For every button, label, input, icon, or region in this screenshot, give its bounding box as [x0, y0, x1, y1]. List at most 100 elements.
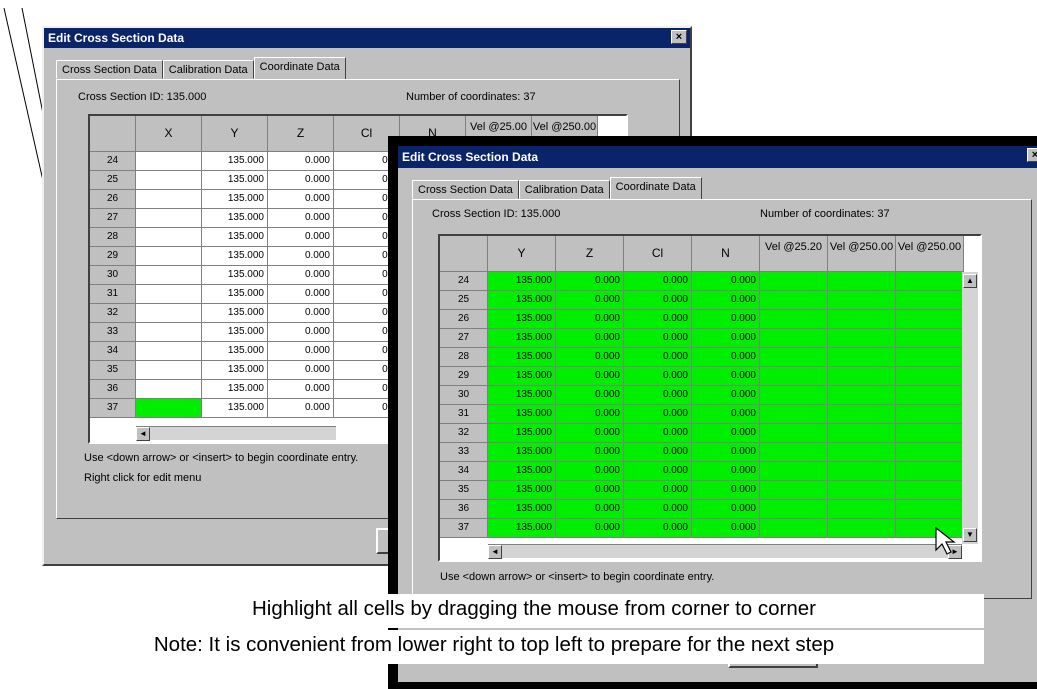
- vel-cell[interactable]: [760, 367, 828, 386]
- z-cell[interactable]: 0.000: [556, 272, 624, 291]
- front-vertical-scrollbar[interactable]: ▲ ▼: [962, 272, 978, 544]
- vel-cell[interactable]: [828, 272, 896, 291]
- y-cell[interactable]: 135.000: [488, 329, 556, 348]
- y-cell[interactable]: 135.000: [488, 500, 556, 519]
- row-number[interactable]: 27: [440, 329, 488, 348]
- y-cell[interactable]: 135.000: [488, 291, 556, 310]
- x-cell[interactable]: [136, 342, 202, 361]
- z-cell[interactable]: 0.000: [556, 519, 624, 538]
- y-cell[interactable]: 135.000: [202, 266, 268, 285]
- table-row[interactable]: 32 135.000 0.000 0.000 0.000: [440, 424, 980, 443]
- x-cell[interactable]: [136, 209, 202, 228]
- vel-cell[interactable]: [896, 443, 964, 462]
- row-number[interactable]: 33: [440, 443, 488, 462]
- row-number[interactable]: 34: [440, 462, 488, 481]
- z-cell[interactable]: 0.000: [556, 329, 624, 348]
- front-col-header[interactable]: Z: [556, 236, 624, 272]
- y-cell[interactable]: 135.000: [202, 399, 268, 418]
- z-cell[interactable]: 0.000: [556, 291, 624, 310]
- row-number[interactable]: 26: [90, 190, 136, 209]
- row-number[interactable]: 24: [440, 272, 488, 291]
- x-cell[interactable]: [136, 304, 202, 323]
- z-cell[interactable]: 0.000: [268, 190, 334, 209]
- row-number[interactable]: 33: [90, 323, 136, 342]
- z-cell[interactable]: 0.000: [268, 152, 334, 171]
- x-cell[interactable]: [136, 361, 202, 380]
- vel-cell[interactable]: [828, 348, 896, 367]
- y-cell[interactable]: 135.000: [488, 367, 556, 386]
- row-number[interactable]: 32: [440, 424, 488, 443]
- vel-cell[interactable]: [828, 462, 896, 481]
- z-cell[interactable]: 0.000: [268, 266, 334, 285]
- row-number[interactable]: 30: [90, 266, 136, 285]
- vel-cell[interactable]: [828, 329, 896, 348]
- back-horizontal-scrollbar[interactable]: ◄: [136, 426, 336, 441]
- z-cell[interactable]: 0.000: [268, 247, 334, 266]
- x-cell[interactable]: [136, 190, 202, 209]
- z-cell[interactable]: 0.000: [556, 405, 624, 424]
- n-cell[interactable]: 0.000: [692, 462, 760, 481]
- vel-cell[interactable]: [760, 272, 828, 291]
- row-number[interactable]: 37: [90, 399, 136, 418]
- z-cell[interactable]: 0.000: [268, 380, 334, 399]
- x-cell[interactable]: [136, 247, 202, 266]
- front-col-header[interactable]: Vel @25.20: [760, 236, 828, 272]
- row-number[interactable]: 31: [90, 285, 136, 304]
- front-close-button[interactable]: ×: [1027, 148, 1037, 162]
- n-cell[interactable]: 0.000: [692, 329, 760, 348]
- x-cell[interactable]: [136, 152, 202, 171]
- y-cell[interactable]: 135.000: [202, 190, 268, 209]
- back-tab-cross-section[interactable]: Cross Section Data: [56, 60, 163, 79]
- vel-cell[interactable]: [828, 481, 896, 500]
- front-tab-calibration[interactable]: Calibration Data: [518, 180, 610, 199]
- vel-cell[interactable]: [760, 386, 828, 405]
- n-cell[interactable]: 0.000: [692, 367, 760, 386]
- table-row[interactable]: 24 135.000 0.000 0.000 0.000: [440, 272, 980, 291]
- y-cell[interactable]: 135.000: [488, 481, 556, 500]
- n-cell[interactable]: 0.000: [692, 443, 760, 462]
- cl-cell[interactable]: 0.000: [624, 424, 692, 443]
- y-cell[interactable]: 135.000: [488, 424, 556, 443]
- y-cell[interactable]: 135.000: [202, 285, 268, 304]
- row-number[interactable]: 27: [90, 209, 136, 228]
- vel-cell[interactable]: [760, 424, 828, 443]
- front-horizontal-scrollbar[interactable]: ◄ ►: [488, 544, 962, 559]
- row-number[interactable]: 36: [440, 500, 488, 519]
- table-row[interactable]: 33 135.000 0.000 0.000 0.000: [440, 443, 980, 462]
- y-cell[interactable]: 135.000: [202, 304, 268, 323]
- vel-cell[interactable]: [828, 405, 896, 424]
- y-cell[interactable]: 135.000: [202, 209, 268, 228]
- z-cell[interactable]: 0.000: [268, 361, 334, 380]
- y-cell[interactable]: 135.000: [202, 323, 268, 342]
- table-row[interactable]: 34 135.000 0.000 0.000 0.000: [440, 462, 980, 481]
- vel-cell[interactable]: [896, 272, 964, 291]
- back-tab-coordinate[interactable]: Coordinate Data: [253, 57, 346, 80]
- table-row[interactable]: 36 135.000 0.000 0.000 0.000: [440, 500, 980, 519]
- back-col-header[interactable]: Y: [202, 116, 268, 152]
- x-cell[interactable]: [136, 399, 202, 418]
- row-number[interactable]: 29: [440, 367, 488, 386]
- vel-cell[interactable]: [828, 519, 896, 538]
- z-cell[interactable]: 0.000: [556, 367, 624, 386]
- n-cell[interactable]: 0.000: [692, 500, 760, 519]
- z-cell[interactable]: 0.000: [556, 500, 624, 519]
- y-cell[interactable]: 135.000: [488, 310, 556, 329]
- n-cell[interactable]: 0.000: [692, 310, 760, 329]
- back-col-header[interactable]: X: [136, 116, 202, 152]
- x-cell[interactable]: [136, 380, 202, 399]
- y-cell[interactable]: 135.000: [488, 386, 556, 405]
- cl-cell[interactable]: 0.000: [624, 329, 692, 348]
- n-cell[interactable]: 0.000: [692, 481, 760, 500]
- row-number[interactable]: 37: [440, 519, 488, 538]
- vel-cell[interactable]: [760, 500, 828, 519]
- z-cell[interactable]: 0.000: [268, 171, 334, 190]
- vel-cell[interactable]: [896, 386, 964, 405]
- n-cell[interactable]: 0.000: [692, 424, 760, 443]
- table-row[interactable]: 27 135.000 0.000 0.000 0.000: [440, 329, 980, 348]
- row-number[interactable]: 24: [90, 152, 136, 171]
- vel-cell[interactable]: [896, 310, 964, 329]
- front-col-header[interactable]: Cl: [624, 236, 692, 272]
- vel-cell[interactable]: [760, 405, 828, 424]
- n-cell[interactable]: 0.000: [692, 386, 760, 405]
- row-number[interactable]: 28: [440, 348, 488, 367]
